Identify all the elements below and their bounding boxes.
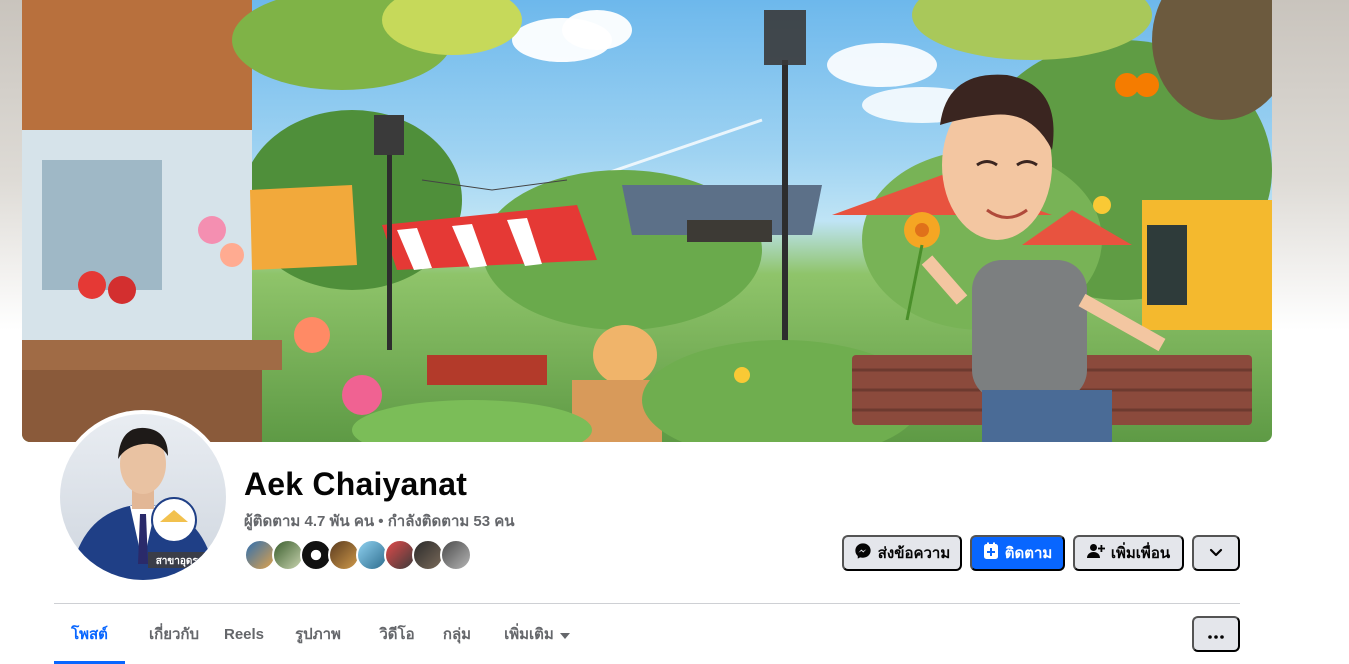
more-dots-icon (1208, 627, 1224, 642)
cover-illustration (22, 0, 1272, 442)
profile-name: Aek Chaiyanat (244, 466, 468, 502)
tab-photos[interactable]: รูปภาพ (279, 604, 357, 664)
tab-label: Reels (223, 625, 265, 643)
message-button[interactable]: ส่งข้อความ (842, 535, 962, 571)
tab-posts[interactable]: โพสต์ (54, 604, 125, 664)
tab-label: เพิ่มเติม (504, 626, 554, 643)
avatar-badge-text: สาขาอุดรธานี (156, 555, 217, 567)
add-friend-button[interactable]: เพิ่มเพื่อน (1073, 535, 1184, 571)
cover-photo[interactable] (22, 0, 1272, 442)
follow-plus-icon (983, 542, 999, 564)
profile-avatar-image: สาขาอุดรธานี (60, 414, 226, 580)
friend-avatar[interactable] (440, 539, 472, 571)
tab-groups[interactable]: กลุ่ม (431, 604, 483, 664)
tab-label: เกี่ยวกับ (148, 626, 200, 643)
profile-picture[interactable]: สาขาอุดรธานี (56, 410, 230, 584)
follower-stats[interactable]: ผู้ติดตาม 4.7 พัน คน • กำลังติดตาม 53 คน (244, 509, 515, 533)
messenger-icon (854, 542, 872, 564)
mutual-friends-avatars (244, 539, 484, 571)
tab-about[interactable]: เกี่ยวกับ (131, 604, 217, 664)
add-friend-icon (1086, 543, 1105, 563)
tab-more[interactable]: เพิ่มเติม (495, 604, 579, 664)
chevron-down-icon (1209, 545, 1223, 562)
tab-label: โพสต์ (71, 626, 108, 643)
more-options-button[interactable] (1192, 535, 1240, 571)
caret-down-icon (559, 626, 570, 643)
add-friend-button-label: เพิ่มเพื่อน (1110, 545, 1171, 562)
follow-button-label: ติดตาม (1004, 545, 1053, 562)
tab-label: รูปภาพ (295, 626, 341, 643)
tab-reels[interactable]: Reels (217, 604, 271, 664)
tab-videos[interactable]: วิดีโอ (365, 604, 429, 664)
tab-label: กลุ่ม (442, 626, 472, 643)
tabs-menu-button[interactable] (1192, 616, 1240, 652)
profile-tabs: โพสต์ เกี่ยวกับ Reels รูปภาพ วิดีโอ กลุ่… (54, 604, 1240, 664)
tab-label: วิดีโอ (379, 626, 415, 643)
message-button-label: ส่งข้อความ (877, 545, 951, 562)
follow-button[interactable]: ติดตาม (970, 535, 1065, 571)
